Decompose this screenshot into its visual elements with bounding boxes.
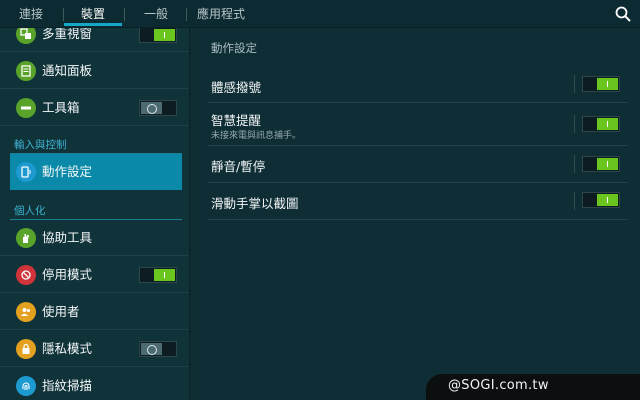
settings-sidebar: 多重視窗 通知面板 工具箱 輸入與控制 動作設定 個人化 協助工具 停用模式 使… <box>0 28 191 400</box>
section-header-input-control: 輸入與控制 <box>14 139 67 151</box>
smart-alert-toggle[interactable] <box>582 116 620 132</box>
section-header-personalization: 個人化 <box>14 205 46 217</box>
fingerprint-icon <box>16 376 36 396</box>
blocking-mode-icon <box>16 265 36 285</box>
sidebar-item-label: 通知面板 <box>42 63 93 78</box>
watermark-text: @SOGI.com.tw <box>448 378 549 393</box>
sidebar-item-label: 協助工具 <box>42 230 93 245</box>
tab-applications[interactable]: 應用程式 <box>190 0 252 28</box>
private-mode-toggle[interactable] <box>139 341 177 357</box>
row-title: 體感撥號 <box>211 80 262 95</box>
sidebar-item-users[interactable]: 使用者 <box>0 294 189 330</box>
mute-pause-toggle[interactable] <box>582 156 620 172</box>
multi-window-icon <box>16 28 36 44</box>
sidebar-item-label: 指紋掃描 <box>42 378 93 393</box>
top-tab-bar: 連接 裝置 一般 應用程式 <box>0 0 640 28</box>
sidebar-item-private-mode[interactable]: 隱私模式 <box>0 331 189 367</box>
row-title: 智慧提醒 <box>211 113 262 128</box>
search-icon[interactable] <box>614 5 632 23</box>
direct-call-toggle[interactable] <box>582 76 620 92</box>
page-title: 動作設定 <box>211 41 257 55</box>
row-title: 靜音/暫停 <box>211 159 266 174</box>
row-divider <box>574 192 575 210</box>
tab-divider <box>186 8 187 21</box>
notification-panel-icon <box>16 61 36 81</box>
sidebar-item-toolbox[interactable]: 工具箱 <box>0 90 189 126</box>
settings-row-palm-swipe-capture[interactable]: 滑動手掌以截圖 <box>208 183 628 220</box>
row-divider <box>574 75 575 93</box>
sidebar-item-blocking-mode[interactable]: 停用模式 <box>0 257 189 293</box>
toolbox-icon <box>16 98 36 118</box>
sidebar-item-label: 動作設定 <box>42 164 93 179</box>
private-mode-icon <box>16 339 36 359</box>
accessibility-icon <box>16 228 36 248</box>
sidebar-item-accessibility[interactable]: 協助工具 <box>0 220 189 256</box>
row-title: 滑動手掌以截圖 <box>211 196 299 211</box>
motion-settings-panel: 動作設定 體感撥號 智慧提醒 未接來電與訊息捕手。 靜音/暫停 滑動手掌以截圖 <box>193 28 640 400</box>
tab-general[interactable]: 一般 <box>128 0 184 28</box>
sidebar-item-label: 使用者 <box>42 304 80 319</box>
toolbox-toggle[interactable] <box>139 100 177 116</box>
blocking-mode-toggle[interactable] <box>139 267 177 283</box>
row-divider <box>574 115 575 133</box>
sidebar-item-label: 多重視窗 <box>42 28 93 41</box>
sidebar-item-label: 停用模式 <box>42 267 93 282</box>
row-subtitle: 未接來電與訊息捕手。 <box>211 131 302 141</box>
multi-window-toggle[interactable] <box>139 28 177 43</box>
tab-connections[interactable]: 連接 <box>0 0 62 28</box>
sidebar-item-multi-window[interactable]: 多重視窗 <box>0 28 189 52</box>
sidebar-item-label: 工具箱 <box>42 100 80 115</box>
tab-device[interactable]: 裝置 <box>64 0 122 28</box>
sidebar-item-label: 隱私模式 <box>42 341 93 356</box>
users-icon <box>16 302 36 322</box>
settings-row-direct-call[interactable]: 體感撥號 <box>208 66 628 103</box>
row-divider <box>574 155 575 173</box>
sidebar-item-notification-panel[interactable]: 通知面板 <box>0 53 189 89</box>
sidebar-item-fingerprint[interactable]: 指紋掃描 <box>0 368 189 400</box>
motion-icon <box>16 162 36 182</box>
watermark: @SOGI.com.tw <box>426 374 640 400</box>
settings-row-mute-pause[interactable]: 靜音/暫停 <box>208 146 628 183</box>
tab-divider <box>124 8 125 21</box>
settings-row-smart-alert[interactable]: 智慧提醒 未接來電與訊息捕手。 <box>208 103 628 146</box>
sidebar-item-motion[interactable]: 動作設定 <box>10 154 182 190</box>
palm-swipe-capture-toggle[interactable] <box>582 192 620 208</box>
